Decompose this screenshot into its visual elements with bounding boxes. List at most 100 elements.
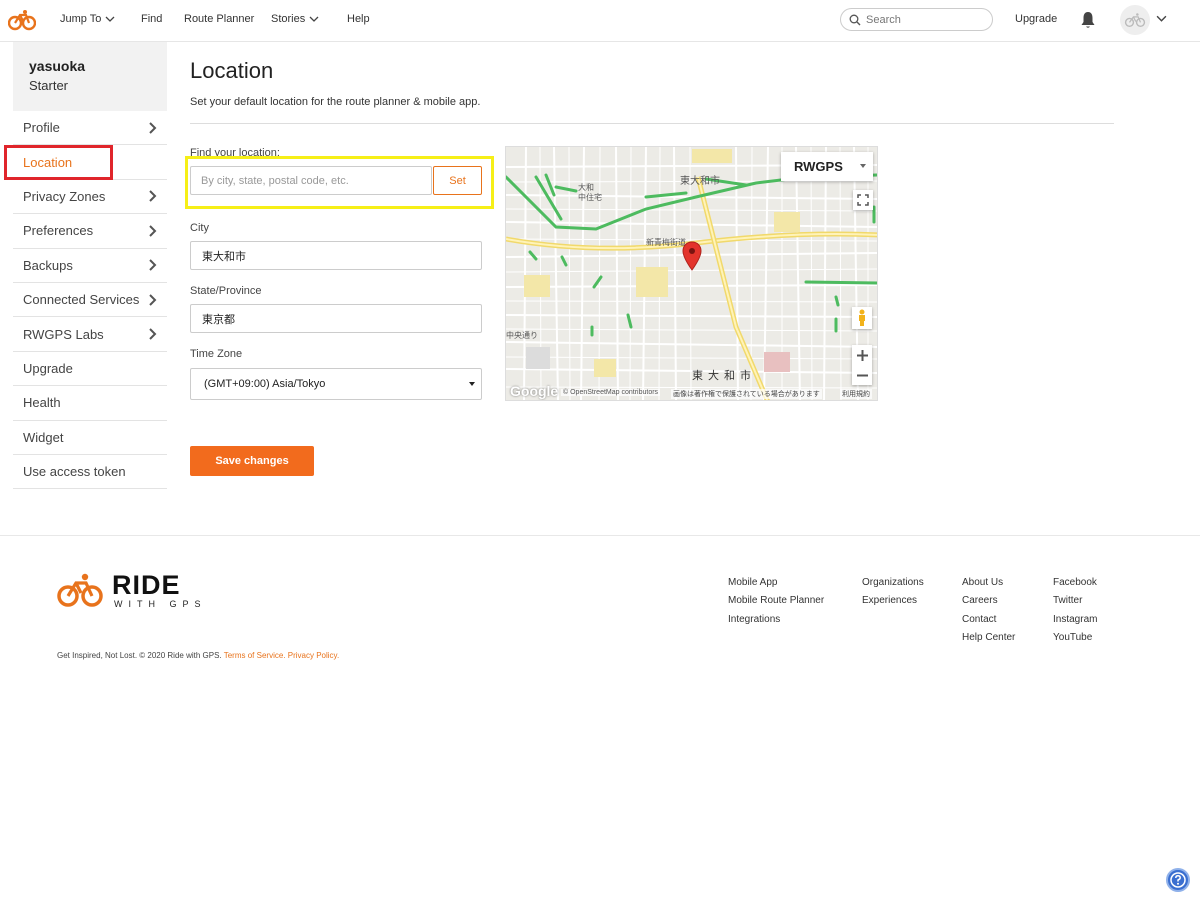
nav-help-label: Help xyxy=(347,13,370,25)
footer-link[interactable]: Organizations xyxy=(862,577,924,595)
zoom-in-button[interactable] xyxy=(856,345,868,365)
footer-link[interactable]: Help Center xyxy=(962,632,1015,650)
nav-upgrade[interactable]: Upgrade xyxy=(1015,13,1057,25)
help-button[interactable] xyxy=(1166,868,1190,892)
map-attribution[interactable]: © OpenStreetMap contributors xyxy=(561,389,661,396)
google-logo: Google xyxy=(510,383,559,399)
footer-logo[interactable]: RIDE WITH GPS xyxy=(56,572,207,609)
user-name: yasuoka xyxy=(29,58,86,74)
footer-tagline: Get Inspired, Not Lost. © 2020 Ride with… xyxy=(57,651,222,660)
save-changes-button[interactable]: Save changes xyxy=(190,446,314,476)
footer-link[interactable]: Mobile App xyxy=(728,577,824,595)
state-field[interactable] xyxy=(190,304,482,333)
map-label-bottom-city: 東大和市 xyxy=(692,370,756,382)
pegman-icon xyxy=(859,309,865,326)
nav-stories[interactable]: Stories xyxy=(271,13,319,25)
terms-of-service-link[interactable]: Terms of Service. xyxy=(224,651,286,660)
footer-link[interactable]: YouTube xyxy=(1053,632,1097,650)
set-location-button[interactable]: Set xyxy=(433,166,482,195)
footer-column-products: Mobile App Mobile Route Planner Integratio… xyxy=(728,577,824,632)
sidebar-item-widget[interactable]: Widget xyxy=(13,421,167,455)
location-marker-icon[interactable] xyxy=(682,241,702,271)
privacy-policy-link[interactable]: Privacy Policy. xyxy=(288,651,339,660)
chevron-right-icon xyxy=(149,121,157,134)
timezone-select[interactable]: (GMT+09:00) Asia/Tokyo xyxy=(190,368,482,400)
brand-subname: WITH GPS xyxy=(114,599,207,609)
nav-find-label: Find xyxy=(141,13,163,25)
footer-link[interactable]: Experiences xyxy=(862,595,924,613)
chevron-right-icon xyxy=(149,293,157,306)
footer-link[interactable]: Contact xyxy=(962,614,1015,632)
map-type-selector[interactable]: RWGPS xyxy=(781,152,873,181)
sidebar-menu: Profile Location Privacy Zones Preferences B… xyxy=(13,111,167,490)
location-map[interactable]: 東大和市 大和 中住宅 新青梅街道 中央通り 東大和市 RWGPS Google… xyxy=(505,146,878,401)
divider xyxy=(190,123,1114,124)
footer-link[interactable]: Mobile Route Planner xyxy=(728,595,824,613)
nav-help[interactable]: Help xyxy=(347,13,370,25)
footer-link[interactable]: Facebook xyxy=(1053,577,1097,595)
zoom-controls xyxy=(852,345,872,385)
search-input[interactable] xyxy=(866,13,976,26)
sidebar-item-label: Preferences xyxy=(23,223,94,239)
nav-jump-to[interactable]: Jump To xyxy=(60,13,115,25)
chevron-right-icon xyxy=(149,328,157,340)
street-view-pegman[interactable] xyxy=(852,307,872,329)
footer-column-social: Facebook Twitter Instagram YouTube xyxy=(1053,577,1097,651)
map-label-road1: 新青梅街道 xyxy=(646,238,686,247)
city-field[interactable] xyxy=(190,241,482,270)
nav-find[interactable]: Find xyxy=(141,13,162,25)
settings-sidebar: yasuoka Starter Profile Location Privacy Z… xyxy=(13,42,167,490)
caret-down-icon xyxy=(469,382,475,386)
find-location-label: Find your location: xyxy=(190,147,280,159)
map-terms-link[interactable]: 利用規約 xyxy=(840,389,872,399)
sidebar-item-label: Profile xyxy=(23,120,60,136)
footer-link[interactable]: Twitter xyxy=(1053,595,1097,613)
nav-jump-to-label: Jump To xyxy=(60,13,102,25)
zoom-out-button[interactable] xyxy=(856,365,868,385)
notification-bell-icon[interactable] xyxy=(1080,11,1096,29)
sidebar-item-label: Upgrade xyxy=(23,360,73,376)
state-label: State/Province xyxy=(190,285,262,297)
sidebar-item-privacy-zones[interactable]: Privacy Zones xyxy=(13,180,167,215)
sidebar-item-label: Backups xyxy=(23,257,73,273)
chevron-right-icon xyxy=(149,190,157,203)
chevron-right-icon xyxy=(149,225,157,237)
sidebar-item-health[interactable]: Health xyxy=(13,386,167,421)
city-label: City xyxy=(190,222,209,234)
avatar[interactable] xyxy=(1120,5,1150,35)
nav-stories-label: Stories xyxy=(271,13,306,25)
timezone-label: Time Zone xyxy=(190,348,243,360)
sidebar-item-label: Widget xyxy=(23,429,64,445)
sidebar-item-location[interactable]: Location xyxy=(13,145,167,180)
sidebar-item-label: Health xyxy=(23,395,61,411)
footer-link[interactable]: Instagram xyxy=(1053,614,1097,632)
top-navigation: Jump To Find Route Planner Stories Help … xyxy=(0,0,1200,42)
sidebar-item-rwgps-labs[interactable]: RWGPS Labs xyxy=(13,317,167,352)
fullscreen-button[interactable] xyxy=(853,190,873,210)
footer-divider xyxy=(0,535,1200,536)
sidebar-item-profile[interactable]: Profile xyxy=(13,111,167,146)
map-label-road3: 中央通り xyxy=(506,331,538,340)
nav-route-planner[interactable]: Route Planner xyxy=(184,13,254,25)
sidebar-item-use-access-token[interactable]: Use access token xyxy=(13,455,167,490)
plus-icon xyxy=(856,349,868,361)
footer-link[interactable]: About Us xyxy=(962,577,1015,595)
sidebar-item-label: Location xyxy=(23,154,73,170)
chevron-down-icon xyxy=(309,16,319,22)
search-icon xyxy=(849,14,861,25)
footer-link[interactable]: Integrations xyxy=(728,614,824,632)
rwgps-logo-icon xyxy=(57,573,103,607)
chevron-down-icon[interactable] xyxy=(1156,13,1167,24)
sidebar-item-preferences[interactable]: Preferences xyxy=(13,214,167,249)
find-location-input[interactable] xyxy=(190,166,432,195)
sidebar-item-connected-services[interactable]: Connected Services xyxy=(13,283,167,318)
rwgps-logo-icon[interactable] xyxy=(8,8,36,32)
sidebar-item-backups[interactable]: Backups xyxy=(13,249,167,283)
search-box[interactable] xyxy=(840,8,993,31)
brand-name: RIDE xyxy=(112,570,181,600)
page-title: Location xyxy=(190,58,274,83)
sidebar-item-upgrade[interactable]: Upgrade xyxy=(13,352,167,387)
timezone-value: (GMT+09:00) Asia/Tokyo xyxy=(204,378,326,390)
footer-link[interactable]: Careers xyxy=(962,595,1015,613)
page-subtitle: Set your default location for the route … xyxy=(190,96,481,108)
